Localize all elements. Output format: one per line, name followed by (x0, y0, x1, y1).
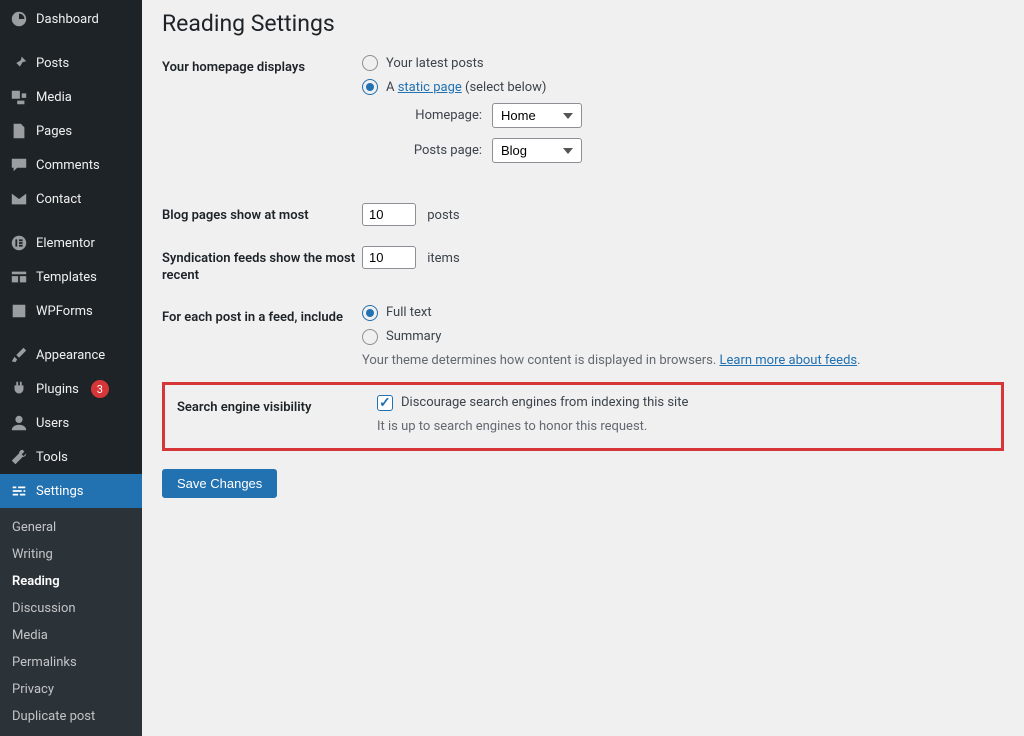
sidebar-item-tools[interactable]: Tools (0, 440, 142, 474)
sidebar-item-settings[interactable]: Settings (0, 474, 142, 508)
homepage-select[interactable]: Home (492, 103, 582, 128)
static-page-link[interactable]: static page (398, 80, 462, 95)
sidebar-item-plugins[interactable]: Plugins 3 (0, 372, 142, 406)
radio-static-page[interactable] (362, 79, 378, 95)
update-badge: 3 (91, 380, 109, 398)
sidebar-item-label: Appearance (36, 348, 105, 363)
radio-full-text-label: Full text (386, 305, 432, 320)
user-icon (10, 414, 28, 432)
submenu-permalinks[interactable]: Permalinks (0, 649, 142, 676)
postspage-select[interactable]: Blog (492, 138, 582, 163)
sidebar-item-label: Dashboard (36, 12, 99, 27)
radio-summary-label: Summary (386, 329, 441, 344)
submenu-privacy[interactable]: Privacy (0, 676, 142, 703)
sidebar-item-wpforms[interactable]: WPForms (0, 294, 142, 328)
sidebar-item-label: Posts (36, 56, 69, 71)
sidebar-item-label: Tools (36, 450, 68, 465)
comment-icon (10, 156, 28, 174)
page-title: Reading Settings (162, 10, 1004, 37)
pages-icon (10, 122, 28, 140)
plugin-icon (10, 380, 28, 398)
sidebar-item-users[interactable]: Users (0, 406, 142, 440)
content-area: Reading Settings Your homepage displays … (142, 0, 1024, 736)
sidebar-item-label: WPForms (36, 304, 93, 319)
submenu-writing[interactable]: Writing (0, 541, 142, 568)
sidebar-item-label: Contact (36, 192, 81, 207)
brush-icon (10, 346, 28, 364)
blog-pages-label: Blog pages show at most (162, 203, 362, 225)
radio-static-page-label: A static page (select below) (386, 80, 546, 95)
elementor-icon (10, 234, 28, 252)
sidebar-item-label: Settings (36, 484, 83, 499)
syndication-unit: items (427, 251, 459, 266)
sidebar-item-posts[interactable]: Posts (0, 46, 142, 80)
search-visibility-label: Search engine visibility (177, 395, 377, 417)
settings-submenu: General Writing Reading Discussion Media… (0, 508, 142, 736)
radio-summary[interactable] (362, 329, 378, 345)
learn-more-feeds-link[interactable]: Learn more about feeds (720, 353, 858, 368)
blog-pages-unit: posts (427, 208, 459, 223)
pin-icon (10, 54, 28, 72)
sidebar-item-media[interactable]: Media (0, 80, 142, 114)
wpforms-icon (10, 302, 28, 320)
feed-description: Your theme determines how content is dis… (362, 353, 1004, 368)
sidebar-item-label: Templates (36, 270, 97, 285)
discourage-checkbox[interactable] (377, 395, 393, 411)
sidebar-item-pages[interactable]: Pages (0, 114, 142, 148)
radio-latest-posts[interactable] (362, 55, 378, 71)
sidebar-item-contact[interactable]: Contact (0, 182, 142, 216)
templates-icon (10, 268, 28, 286)
save-changes-button[interactable]: Save Changes (162, 469, 277, 498)
discourage-checkbox-label: Discourage search engines from indexing … (401, 395, 688, 410)
media-icon (10, 88, 28, 106)
submenu-discussion[interactable]: Discussion (0, 595, 142, 622)
sidebar-item-comments[interactable]: Comments (0, 148, 142, 182)
feed-include-label: For each post in a feed, include (162, 305, 362, 327)
sidebar-item-label: Media (36, 90, 72, 105)
sidebar-item-appearance[interactable]: Appearance (0, 338, 142, 372)
search-visibility-note: It is up to search engines to honor this… (377, 419, 989, 434)
mail-icon (10, 190, 28, 208)
admin-sidebar: Dashboard Posts Media Pages Comments Con… (0, 0, 142, 736)
sliders-icon (10, 482, 28, 500)
sidebar-item-label: Elementor (36, 236, 95, 251)
homepage-select-label: Homepage: (402, 108, 482, 123)
syndication-input[interactable] (362, 246, 416, 269)
dashboard-icon (10, 10, 28, 28)
blog-pages-input[interactable] (362, 203, 416, 226)
search-visibility-highlight: Search engine visibility Discourage sear… (162, 382, 1004, 451)
wrench-icon (10, 448, 28, 466)
sidebar-item-label: Pages (36, 124, 72, 139)
sidebar-item-label: Comments (36, 158, 100, 173)
homepage-displays-label: Your homepage displays (162, 55, 362, 77)
radio-full-text[interactable] (362, 305, 378, 321)
sidebar-item-dashboard[interactable]: Dashboard (0, 2, 142, 36)
submenu-general[interactable]: General (0, 514, 142, 541)
submenu-media[interactable]: Media (0, 622, 142, 649)
syndication-label: Syndication feeds show the most recent (162, 246, 362, 285)
sidebar-item-label: Users (36, 416, 69, 431)
sidebar-item-elementor[interactable]: Elementor (0, 226, 142, 260)
radio-latest-posts-label: Your latest posts (386, 56, 484, 71)
submenu-reading[interactable]: Reading (0, 568, 142, 595)
sidebar-item-label: Plugins (36, 382, 79, 397)
submenu-duplicate-post[interactable]: Duplicate post (0, 703, 142, 730)
sidebar-item-templates[interactable]: Templates (0, 260, 142, 294)
postspage-select-label: Posts page: (402, 143, 482, 158)
